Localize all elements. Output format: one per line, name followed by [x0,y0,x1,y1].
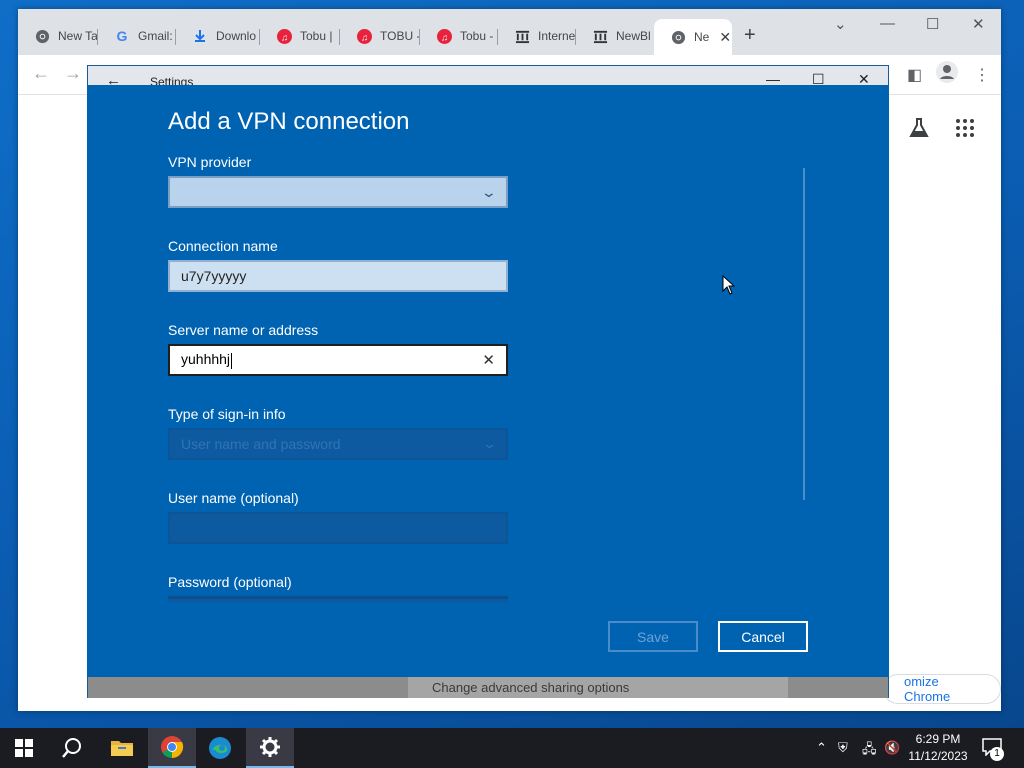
signin-type-value: User name and password [181,436,341,452]
google-icon: G [116,28,128,44]
new-tab-button[interactable]: + [744,24,756,47]
download-icon [192,28,208,44]
start-button[interactable] [0,728,48,768]
maximize-icon[interactable]: ☐ [926,15,939,33]
customize-chrome-label: omize Chrome [904,674,951,704]
vpn-dialog: Add a VPN connection VPN provider ⌄ Conn… [87,85,889,676]
username-field[interactable] [168,512,508,544]
minimize-icon[interactable]: — [880,15,895,32]
chevron-down-icon: ⌄ [480,183,498,200]
svg-text:♫: ♫ [360,32,367,42]
profile-icon[interactable] [936,61,958,88]
tab-tobu-2[interactable]: ♫ TOBU - [340,21,420,51]
chrome-taskbar-button[interactable] [148,728,196,768]
chrome-icon [670,29,686,45]
chevron-down-icon: ⌄ [481,436,498,451]
tab-active[interactable]: Ne ✕ [654,19,732,55]
tab-label: New Ta [58,29,98,43]
back-arrow-icon[interactable]: ← [32,63,50,84]
username-label: User name (optional) [168,490,299,506]
search-button[interactable] [48,728,96,768]
volume-muted-icon[interactable]: 🔇 [884,740,900,756]
dialog-title: Add a VPN connection [168,108,410,135]
notification-badge: 1 [990,747,1004,761]
settings-footer: Change advanced sharing options [88,677,888,698]
tab-label: Ne [694,30,710,44]
tab-strip: New Ta G Gmail: Downlo ♫ Tobu | ♫ TOBU -… [18,9,1001,55]
connection-name-label: Connection name [168,238,278,254]
tab-downloads[interactable]: Downlo [176,21,260,51]
music-icon: ♫ [436,28,452,44]
chevron-up-icon[interactable]: ⌃ [816,740,827,756]
close-tab-icon[interactable]: ✕ [719,29,731,46]
tab-label: Downlo [216,29,257,43]
folder-icon [111,741,133,756]
tab-label: Interne [538,29,576,43]
signin-type-dropdown[interactable]: User name and password ⌄ [168,428,508,460]
tab-tobu-1[interactable]: ♫ Tobu | [260,21,340,51]
svg-text:♫: ♫ [280,32,287,42]
connection-name-field[interactable]: u7y7yyyyy [168,260,508,292]
tab-internet-archive[interactable]: Interne [498,21,576,51]
cancel-button[interactable]: Cancel [718,621,808,652]
clock[interactable]: 6:29 PM 11/12/2023 [906,731,970,765]
scrollbar[interactable] [803,168,805,500]
tab-label: Gmail: [138,29,173,43]
labs-icon[interactable] [908,117,930,145]
tab-newbl[interactable]: NewBl [576,21,654,51]
search-icon [62,738,81,758]
svg-text:♫: ♫ [440,32,447,42]
tab-label: NewBl [616,29,651,43]
server-address-field[interactable]: yuhhhhj ✕ [168,344,508,376]
clock-time: 6:29 PM [915,732,961,746]
notification-center-icon[interactable]: 1 [982,738,1004,761]
network-icon[interactable]: 🖧 [862,740,877,762]
signin-type-label: Type of sign-in info [168,406,286,422]
side-panel-icon[interactable]: ◧ [907,65,922,85]
music-icon: ♫ [276,28,292,44]
tab-label: Tobu | [300,29,333,43]
close-window-icon[interactable]: ✕ [972,15,985,33]
settings-taskbar-button[interactable] [246,728,294,768]
password-label: Password (optional) [168,574,292,590]
more-menu-icon[interactable]: ⋮ [974,65,990,85]
tab-search-icon[interactable]: ⌄ [834,15,847,33]
file-explorer-button[interactable] [98,728,146,768]
defender-icon[interactable]: ⛨ [838,740,848,756]
advanced-sharing-link[interactable]: Change advanced sharing options [408,677,788,698]
clock-date: 11/12/2023 [908,749,968,763]
password-field[interactable] [168,596,508,602]
taskbar: ⌃ ⛨ 🖧 🔇 6:29 PM 11/12/2023 1 [0,728,1024,768]
save-button[interactable]: Save [608,621,698,652]
tab-label: Tobu - [460,29,494,43]
windows-icon [15,739,33,757]
tab-new-tab[interactable]: New Ta [18,21,98,51]
vpn-provider-dropdown[interactable]: ⌄ [168,176,508,208]
vpn-provider-label: VPN provider [168,154,252,170]
tab-label: TOBU - [380,29,420,43]
gear-icon [260,737,280,757]
archive-icon [592,28,608,44]
server-address-label: Server name or address [168,322,319,338]
server-address-value: yuhhhhj [181,351,231,368]
forward-arrow-icon[interactable]: → [64,63,82,84]
tab-gmail[interactable]: G Gmail: [98,21,176,51]
chrome-icon [161,736,184,758]
clear-text-icon[interactable]: ✕ [482,351,495,369]
chrome-icon [34,28,50,44]
edge-taskbar-button[interactable] [196,728,244,768]
mouse-cursor-icon [722,274,736,300]
tab-tobu-3[interactable]: ♫ Tobu - [420,21,498,51]
google-apps-icon[interactable] [956,119,974,137]
edge-icon [209,737,231,759]
connection-name-value: u7y7yyyyy [181,268,247,284]
text-caret [231,352,233,369]
archive-icon [514,28,530,44]
customize-chrome-button[interactable]: omize Chrome [883,674,1001,704]
music-icon: ♫ [356,28,372,44]
